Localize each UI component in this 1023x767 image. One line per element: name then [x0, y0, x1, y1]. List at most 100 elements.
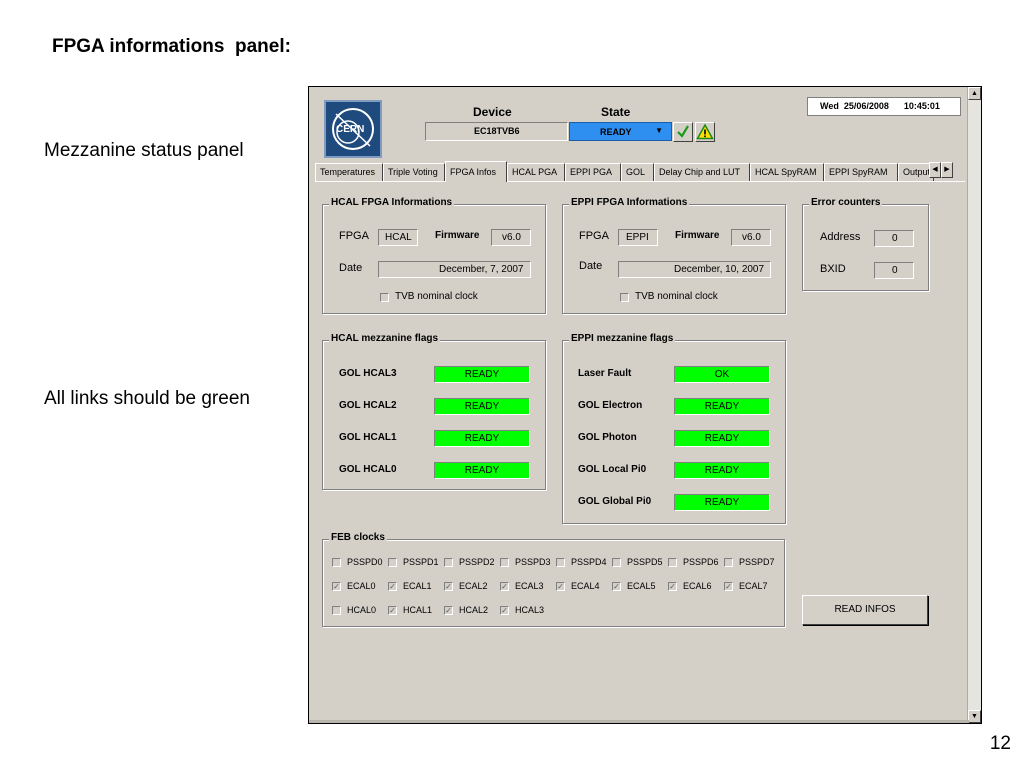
tab-gol[interactable]: GOL: [621, 163, 654, 181]
feb-clock-checkbox[interactable]: [668, 558, 677, 567]
address-value: 0: [874, 230, 914, 247]
hcal-firmware-value: v6.0: [491, 229, 531, 246]
eppi-flag-label: GOL Photon: [578, 432, 637, 443]
scroll-down-icon[interactable]: ▼: [968, 710, 981, 723]
cern-logo: CERN: [324, 100, 382, 158]
feb-clock-checkbox[interactable]: ✓: [444, 606, 453, 615]
eppi-fpga-value: EPPI: [618, 229, 658, 246]
hcal-fpga-group: HCAL FPGA Informations FPGA HCAL Firmwar…: [322, 197, 546, 314]
feb-clock-checkbox[interactable]: [444, 558, 453, 567]
eppi-flags-title: EPPI mezzanine flags: [569, 333, 676, 344]
device-label: Device: [473, 105, 512, 119]
address-label: Address: [820, 231, 861, 243]
eppi-fpga-title: EPPI FPGA Informations: [569, 197, 690, 208]
tab-eppi-spyram[interactable]: EPPI SpyRAM: [824, 163, 898, 181]
feb-clock-checkbox[interactable]: ✓: [388, 606, 397, 615]
tab-scroll-right-icon[interactable]: ▶: [941, 162, 953, 178]
tab-triple-voting[interactable]: Triple Voting: [383, 163, 445, 181]
page-number: 12: [989, 733, 1011, 754]
eppi-flag-label: GOL Global Pi0: [578, 496, 652, 507]
feb-clock-checkbox[interactable]: ✓: [500, 582, 509, 591]
warning-button[interactable]: [695, 122, 715, 142]
feb-clock-label: ECAL5: [627, 581, 656, 591]
hcal-date-label: Date: [339, 262, 363, 274]
check-icon: [677, 125, 689, 138]
feb-clock-checkbox[interactable]: ✓: [556, 582, 565, 591]
tab-hcal-spyram[interactable]: HCAL SpyRAM: [750, 163, 824, 181]
eppi-flag-indicator: READY: [674, 462, 770, 479]
hcal-tvb-checkbox[interactable]: [380, 293, 389, 302]
feb-clock-label: PSSPD5: [627, 557, 663, 567]
hcal-flag-indicator: READY: [434, 398, 530, 415]
warning-icon: [696, 123, 714, 140]
eppi-tvb-label: TVB nominal clock: [635, 291, 718, 302]
eppi-fpga-group: EPPI FPGA Informations FPGA EPPI Firmwar…: [562, 197, 786, 314]
eppi-flag-indicator: READY: [674, 398, 770, 415]
hcal-fpga-label: FPGA: [339, 230, 369, 242]
feb-clock-checkbox[interactable]: ✓: [612, 582, 621, 591]
feb-clock-label: HCAL2: [459, 605, 489, 615]
tab-scroll-left-icon[interactable]: ◀: [929, 162, 941, 178]
feb-clock-label: ECAL6: [683, 581, 712, 591]
state-value: READY: [600, 127, 632, 137]
eppi-flag-indicator: READY: [674, 494, 770, 511]
feb-clock-label: PSSPD4: [571, 557, 607, 567]
feb-clock-checkbox[interactable]: ✓: [388, 582, 397, 591]
feb-clocks-title: FEB clocks: [329, 532, 387, 543]
scroll-up-icon[interactable]: ▲: [968, 87, 981, 100]
feb-clock-checkbox[interactable]: [724, 558, 733, 567]
feb-clock-checkbox[interactable]: ✓: [724, 582, 733, 591]
feb-clock-checkbox[interactable]: [332, 606, 341, 615]
feb-clocks-group: FEB clocks PSSPD0 PSSPD1 PSSPD2 PSSPD3 P…: [322, 532, 785, 627]
feb-clock-checkbox[interactable]: [500, 558, 509, 567]
feb-clock-label: HCAL3: [515, 605, 545, 615]
vertical-scrollbar[interactable]: ▲ ▼: [967, 87, 981, 723]
tab-temperatures[interactable]: Temperatures: [315, 163, 383, 181]
hcal-flag-indicator: READY: [434, 462, 530, 479]
ok-button[interactable]: [673, 122, 693, 142]
tab-hcal-pga[interactable]: HCAL PGA: [507, 163, 565, 181]
eppi-flag-label: GOL Electron: [578, 400, 643, 411]
feb-clock-label: ECAL4: [571, 581, 600, 591]
feb-clock-checkbox[interactable]: [388, 558, 397, 567]
tab-eppi-pga[interactable]: EPPI PGA: [565, 163, 621, 181]
device-field[interactable]: EC18TVB6: [425, 122, 568, 141]
feb-clock-label: PSSPD3: [515, 557, 551, 567]
feb-clock-label: ECAL0: [347, 581, 376, 591]
feb-clock-label: PSSPD0: [347, 557, 383, 567]
state-dropdown[interactable]: READY ▼: [569, 122, 672, 141]
hcal-firmware-label: Firmware: [435, 230, 480, 241]
feb-clock-checkbox[interactable]: ✓: [332, 582, 341, 591]
chevron-down-icon: ▼: [655, 126, 663, 135]
hcal-flag-label: GOL HCAL2: [339, 400, 397, 411]
eppi-date-label: Date: [579, 260, 603, 272]
note-links: All links should be green: [44, 388, 250, 409]
hcal-flags-group: HCAL mezzanine flags GOL HCAL3 READY GOL…: [322, 333, 546, 490]
feb-clock-label: HCAL1: [403, 605, 433, 615]
feb-clock-checkbox[interactable]: ✓: [668, 582, 677, 591]
error-counters-group: Error counters Address 0 BXID 0: [802, 197, 929, 291]
tab-divider: [315, 181, 965, 182]
error-counters-title: Error counters: [809, 197, 883, 208]
eppi-fpga-label: FPGA: [579, 230, 609, 242]
feb-clock-label: PSSPD6: [683, 557, 719, 567]
feb-clock-label: HCAL0: [347, 605, 377, 615]
tab-bar: Temperatures Triple Voting FPGA Infos HC…: [315, 161, 935, 182]
feb-clock-checkbox[interactable]: ✓: [500, 606, 509, 615]
eppi-flag-label: Laser Fault: [578, 368, 632, 379]
read-infos-button[interactable]: READ INFOS: [802, 595, 928, 625]
feb-clock-checkbox[interactable]: [612, 558, 621, 567]
feb-clock-checkbox[interactable]: ✓: [444, 582, 453, 591]
eppi-tvb-checkbox[interactable]: [620, 293, 629, 302]
logo-text: CERN: [336, 124, 365, 135]
hcal-flag-indicator: READY: [434, 430, 530, 447]
hcal-flags-title: HCAL mezzanine flags: [329, 333, 441, 344]
feb-clock-checkbox[interactable]: [556, 558, 565, 567]
eppi-firmware-value: v6.0: [731, 229, 771, 246]
tab-delay-chip[interactable]: Delay Chip and LUT: [654, 163, 750, 181]
hcal-date-value: December, 7, 2007: [378, 261, 531, 278]
hcal-flag-label: GOL HCAL1: [339, 432, 397, 443]
tab-fpga-infos[interactable]: FPGA Infos: [445, 161, 507, 182]
feb-clock-checkbox[interactable]: [332, 558, 341, 567]
eppi-firmware-label: Firmware: [675, 230, 720, 241]
